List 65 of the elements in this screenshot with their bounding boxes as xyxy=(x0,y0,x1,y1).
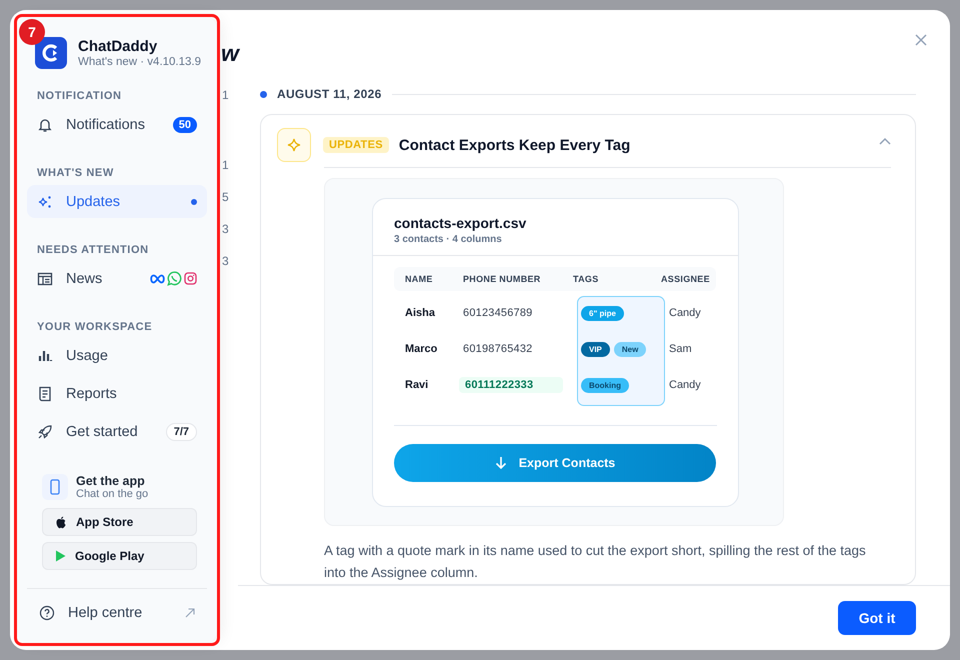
section-heading: WHAT'S NEW xyxy=(36,167,115,179)
list-fragment: 1 xyxy=(222,158,229,170)
update-title: Contact Exports Keep Every Tag xyxy=(398,136,630,154)
column-header: TAGS xyxy=(573,274,600,284)
section-heading: NOTIFICATION xyxy=(36,90,123,102)
version-label: What's new · v4.10.13.9 xyxy=(78,56,202,68)
help-link[interactable]: Help centre xyxy=(27,595,207,631)
table-cell-text: Ravi xyxy=(404,379,430,391)
external-arrow-icon xyxy=(185,608,195,618)
list-fragment: 3 xyxy=(222,222,229,234)
store-button[interactable]: Google Play xyxy=(42,542,197,570)
sidebar-item[interactable]: Usage xyxy=(27,339,207,372)
phone-icon xyxy=(42,474,68,500)
section-heading: NEEDS ATTENTION xyxy=(36,244,150,256)
progress-count: 7/7 xyxy=(166,422,197,440)
sparkles-icon xyxy=(37,194,53,210)
chevron-icon[interactable] xyxy=(879,137,891,145)
unread-dot xyxy=(191,198,197,204)
got-it-button[interactable]: Got it xyxy=(838,601,916,635)
question-icon xyxy=(39,605,55,621)
document-icon xyxy=(37,386,53,402)
rocket-icon xyxy=(37,424,53,440)
download-arrow-icon xyxy=(494,456,507,470)
section-heading: YOUR WORKSPACE xyxy=(36,321,154,333)
table-cell-text: 60198765432 xyxy=(463,342,532,357)
table-cell-text: Sam xyxy=(669,343,693,355)
promo-title: Get the app xyxy=(76,474,146,488)
promo-subtitle: Chat on the go xyxy=(76,488,148,500)
column-header: NAME xyxy=(404,274,434,284)
column-header: PHONE NUMBER xyxy=(463,274,542,284)
column-header: ASSIGNEE xyxy=(661,274,711,284)
date-dot xyxy=(260,90,267,98)
sidebar-item[interactable]: Reports xyxy=(27,377,207,410)
file-name: contacts-export.csv xyxy=(394,215,528,231)
list-fragment: 5 xyxy=(222,190,229,202)
table-cell-text: Marco xyxy=(404,343,438,355)
table-cell-text: 60123456789 xyxy=(463,306,532,321)
table-cell-text: Candy xyxy=(669,307,702,319)
sidebar-item[interactable]: Notifications 50 xyxy=(27,108,207,141)
camera-icon xyxy=(184,272,197,285)
date-label: AUGUST 11, 2026 xyxy=(277,87,382,101)
sidebar-item[interactable]: Updates xyxy=(27,185,207,218)
newspaper-icon xyxy=(37,270,53,286)
update-description: A tag with a quote mark in its name used to cut the export short, spilling the rest of the tags into the Assignee column. xyxy=(324,542,867,582)
title-fragment: w xyxy=(221,40,239,67)
play-icon xyxy=(55,550,66,562)
store-button[interactable]: App Store xyxy=(42,508,197,536)
apple-icon xyxy=(55,516,67,528)
list-fragment: 3 xyxy=(222,254,229,266)
bell-icon xyxy=(37,116,53,132)
table-cell-text: Candy xyxy=(669,379,702,391)
close-icon[interactable] xyxy=(914,33,928,47)
sidebar-item[interactable]: News xyxy=(27,262,207,295)
table-cell: 60111222333 xyxy=(459,377,564,393)
category-badge: UPDATES xyxy=(323,137,389,153)
app-name: ChatDaddy xyxy=(78,38,158,55)
sidebar-item[interactable]: Get started 7/7 xyxy=(27,415,207,448)
chat-bubble-icon xyxy=(167,271,182,286)
count-badge: 50 xyxy=(172,116,197,132)
logo-icon xyxy=(35,37,67,69)
table-cell-text: Aisha xyxy=(404,307,436,319)
sparkle-icon xyxy=(277,128,311,162)
infinity-icon xyxy=(150,274,165,284)
list-fragment: 1 xyxy=(222,88,229,100)
file-meta: 3 contacts · 4 columns xyxy=(394,234,503,245)
